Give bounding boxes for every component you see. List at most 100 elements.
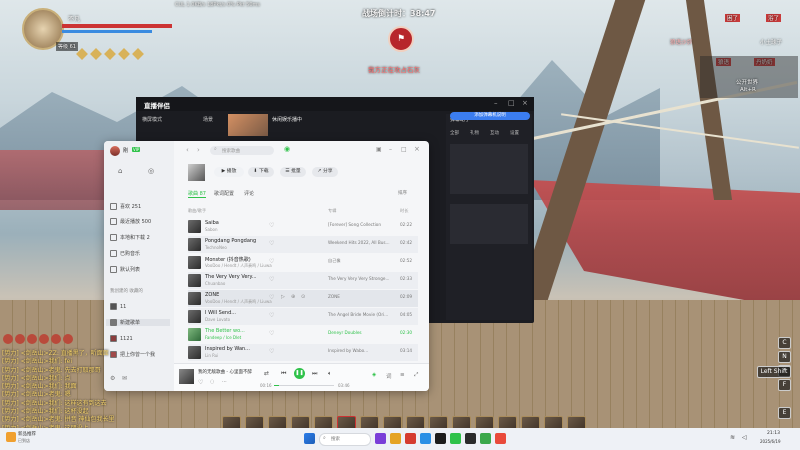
scene-thumbnail[interactable] bbox=[228, 114, 268, 136]
taskbar-search[interactable]: ⌕ 搜索 bbox=[319, 433, 371, 446]
channel-icon[interactable] bbox=[63, 334, 73, 344]
playlist-item[interactable]: 11 bbox=[110, 303, 126, 310]
audio-quality-icon[interactable]: ◈ bbox=[372, 372, 376, 378]
tab-songs[interactable]: 歌曲 87 bbox=[188, 190, 206, 198]
song-row[interactable]: Pongdang Pongdang TechnoNeo ♡ Weekend Hi… bbox=[188, 236, 418, 253]
tab-lyrics[interactable]: 歌词配置 bbox=[214, 190, 234, 197]
song-row[interactable]: I Will Send... Dave Lovato ♡ The Angel B… bbox=[188, 308, 418, 325]
song-title: The Better wo... bbox=[205, 328, 245, 334]
battle-countdown: 战场倒计时：38:47 bbox=[362, 9, 436, 18]
sidebar-item-liked[interactable]: 喜欢 251 bbox=[110, 203, 141, 210]
minimize-icon[interactable]: – bbox=[389, 146, 392, 153]
channel-icon[interactable] bbox=[27, 334, 37, 344]
heart-icon[interactable]: ♡ bbox=[269, 294, 274, 301]
windows-start-icon[interactable] bbox=[304, 433, 315, 444]
sidebar-item-local[interactable]: 本地和下载 2 bbox=[110, 234, 150, 241]
lyrics-icon[interactable]: 词 bbox=[386, 372, 392, 380]
heart-icon[interactable]: ♡ bbox=[269, 222, 274, 229]
playlist-item[interactable]: 新建歌单 bbox=[106, 319, 170, 326]
song-row[interactable]: ZONE VooDoo / Hendt / 人声奏鸣 / Liuwa ♡ ▷ ⊕… bbox=[188, 290, 418, 307]
folder-icon[interactable] bbox=[390, 433, 401, 444]
progress-track[interactable] bbox=[274, 385, 334, 386]
heart-icon[interactable]: ♡ bbox=[269, 240, 274, 247]
live-mode-select[interactable]: 横屏模式 bbox=[142, 116, 162, 123]
pause-button[interactable]: ❚❚ bbox=[294, 368, 305, 379]
share-button[interactable]: ↗ 分享 bbox=[312, 167, 338, 177]
sort-button[interactable]: 排序 bbox=[398, 190, 407, 196]
heart-icon[interactable]: ♡ bbox=[269, 330, 274, 337]
danmaku-tab[interactable]: 互动 bbox=[490, 130, 499, 136]
app-icon[interactable] bbox=[465, 433, 476, 444]
danmaku-tab[interactable]: 礼物 bbox=[470, 130, 479, 136]
mini-mode-icon[interactable]: ▣ bbox=[376, 146, 382, 153]
sidebar-item-purchased[interactable]: 已购音乐 bbox=[110, 250, 140, 257]
search-placeholder: 搜索歌曲 bbox=[222, 149, 240, 154]
add-icon[interactable]: ⊕ bbox=[291, 294, 295, 300]
back-icon[interactable]: ‹ bbox=[186, 146, 189, 154]
danmaku-notice-button[interactable]: 添加弹幕机说明 bbox=[450, 112, 530, 120]
voice-search-icon[interactable]: ◉ bbox=[284, 145, 290, 153]
app-icon[interactable] bbox=[375, 433, 386, 444]
close-icon[interactable]: × bbox=[522, 99, 528, 107]
maximize-icon[interactable]: □ bbox=[401, 146, 407, 153]
minimap[interactable]: 公开世界 Alt+R bbox=[700, 56, 798, 98]
song-row[interactable]: Saiba Sabon ♡ [Forever] Song Collection … bbox=[188, 218, 418, 235]
fullscreen-icon[interactable]: ⤢ bbox=[414, 372, 418, 379]
user-avatar[interactable] bbox=[110, 146, 120, 156]
weather-title[interactable]: 新品推荐 bbox=[18, 431, 36, 437]
team-tag[interactable]: 浴了 bbox=[766, 14, 782, 22]
sidebar-item-default[interactable]: 默认列表 bbox=[110, 266, 140, 273]
column-header-title: 歌曲/歌手 bbox=[188, 208, 207, 213]
batch-button[interactable]: ☰ 批量 bbox=[280, 167, 306, 177]
team-tag[interactable]: 狼语沙弥 bbox=[670, 38, 692, 46]
game-icon[interactable] bbox=[495, 433, 506, 444]
danmaku-tab[interactable]: 设置 bbox=[510, 130, 519, 136]
live-app-icon[interactable] bbox=[435, 433, 446, 444]
weather-icon[interactable] bbox=[6, 432, 16, 442]
playlist-section-header[interactable]: 我创建的 收藏的 bbox=[110, 288, 143, 294]
discover-icon[interactable]: ◎ bbox=[148, 167, 154, 175]
team-tag[interactable]: 困了 bbox=[725, 14, 741, 22]
heart-icon[interactable]: ♡ bbox=[269, 276, 274, 283]
minimize-icon[interactable]: – bbox=[494, 99, 498, 107]
music-app-icon[interactable] bbox=[450, 433, 461, 444]
button-label: 播放 bbox=[226, 169, 237, 174]
user-name[interactable]: 刚 bbox=[123, 147, 128, 154]
forward-icon[interactable]: › bbox=[197, 146, 200, 154]
heart-icon bbox=[110, 203, 117, 210]
search-input[interactable]: ⌕ 搜索歌曲 bbox=[210, 146, 274, 155]
app-icon[interactable] bbox=[405, 433, 416, 444]
heart-icon[interactable]: ♡ bbox=[269, 258, 274, 265]
browser-icon[interactable] bbox=[420, 433, 431, 444]
channel-icon[interactable] bbox=[3, 334, 13, 344]
heart-icon[interactable]: ♡ bbox=[269, 312, 274, 319]
volume-icon[interactable]: 🔈︎ bbox=[328, 370, 332, 378]
close-icon[interactable]: × bbox=[414, 145, 420, 153]
danmaku-tab[interactable]: 全部 bbox=[450, 130, 459, 136]
maximize-icon[interactable]: □ bbox=[508, 99, 515, 107]
channel-icon[interactable] bbox=[51, 334, 61, 344]
play-icon[interactable]: ▷ bbox=[281, 294, 285, 300]
home-icon[interactable]: ⌂ bbox=[118, 167, 122, 175]
wifi-icon[interactable]: ≋ bbox=[730, 434, 735, 441]
clock-date[interactable]: 2025/6/19 bbox=[760, 439, 781, 444]
playlist-queue-icon[interactable]: ≡ bbox=[400, 372, 405, 378]
sidebar-item-recent[interactable]: 最近播放 500 bbox=[110, 218, 151, 225]
playlist-item[interactable]: 1121 bbox=[110, 335, 133, 342]
download-icon[interactable]: ⊙ bbox=[301, 294, 305, 300]
channel-icon[interactable] bbox=[15, 334, 25, 344]
song-row[interactable]: The Better wo... Fandeep / Ice Dlet ♡ De… bbox=[188, 326, 418, 343]
song-row[interactable]: Monster (抖音热歌) VooDoo / Hendt / 人声奏鸣 / L… bbox=[188, 254, 418, 271]
wechat-icon[interactable] bbox=[480, 433, 491, 444]
live-tab-scene[interactable]: 场景 bbox=[203, 116, 213, 123]
next-icon[interactable]: ⏭ bbox=[312, 370, 317, 378]
channel-icon[interactable] bbox=[39, 334, 49, 344]
song-row[interactable]: The Very Very Very... Chuanbao ♡ The Ver… bbox=[188, 272, 418, 289]
volume-icon[interactable]: ◁ bbox=[742, 434, 747, 441]
tab-comments[interactable]: 评论 bbox=[244, 190, 254, 197]
clock-time[interactable]: 21:13 bbox=[767, 431, 780, 436]
play-all-button[interactable]: ▶ 播放 bbox=[214, 167, 244, 177]
team-tag[interactable]: 小土球子 bbox=[760, 38, 782, 46]
download-button[interactable]: ⬇ 下载 bbox=[248, 167, 274, 177]
song-artist: VooDoo / Hendt / 人声奏鸣 / Liuwa bbox=[205, 263, 272, 268]
